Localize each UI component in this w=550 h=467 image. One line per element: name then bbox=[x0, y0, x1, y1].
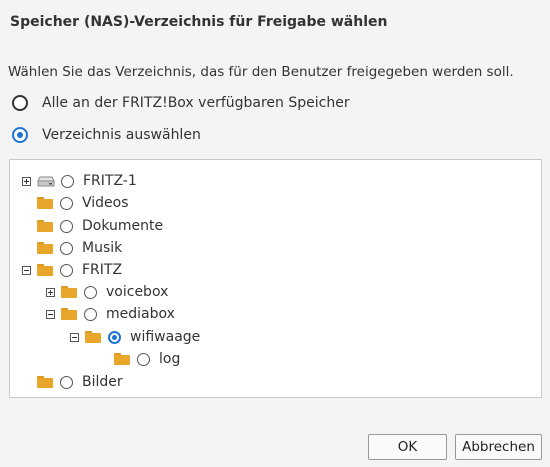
ok-button[interactable]: OK bbox=[368, 434, 447, 460]
collapse-icon[interactable] bbox=[22, 265, 31, 275]
folder-icon bbox=[61, 286, 77, 298]
folder-icon bbox=[37, 220, 53, 232]
tree-node-label: FRITZ-1 bbox=[83, 173, 137, 189]
tree-node-dokumente[interactable]: Dokumente bbox=[22, 216, 163, 236]
folder-icon bbox=[114, 353, 130, 365]
expand-icon[interactable] bbox=[46, 287, 55, 297]
tree-node-label: log bbox=[159, 351, 181, 367]
drive-icon bbox=[37, 176, 55, 187]
tree-radio[interactable] bbox=[61, 174, 74, 188]
dialog-description: Wählen Sie das Verzeichnis, das für den … bbox=[8, 64, 514, 80]
tree-node-label: Dokumente bbox=[82, 218, 164, 234]
option-choose-directory-label: Verzeichnis auswählen bbox=[42, 127, 201, 143]
tree-node-musik[interactable]: Musik bbox=[22, 238, 122, 258]
tree-node-fritz[interactable]: FRITZ bbox=[22, 260, 122, 280]
tree-radio[interactable] bbox=[60, 263, 73, 277]
tree-node-bilder[interactable]: Bilder bbox=[22, 372, 123, 392]
tree-radio[interactable] bbox=[84, 285, 97, 299]
tree-node-videos[interactable]: Videos bbox=[22, 193, 129, 213]
folder-icon bbox=[37, 376, 53, 388]
directory-tree: FRITZ-1 Videos Dokumente Musik FRITZ voi… bbox=[9, 159, 542, 398]
dialog-title: Speicher (NAS)-Verzeichnis für Freigabe … bbox=[10, 14, 388, 30]
tree-node-label: Bilder bbox=[82, 374, 123, 390]
tree-radio-selected[interactable] bbox=[108, 330, 121, 344]
collapse-icon[interactable] bbox=[46, 309, 55, 319]
collapse-icon[interactable] bbox=[70, 332, 79, 342]
tree-node-voicebox[interactable]: voicebox bbox=[46, 282, 168, 302]
tree-radio[interactable] bbox=[60, 196, 73, 210]
tree-node-mediabox[interactable]: mediabox bbox=[46, 304, 175, 324]
tree-node-wifiwaage[interactable]: wifiwaage bbox=[70, 327, 200, 347]
folder-icon bbox=[37, 264, 53, 276]
folder-icon bbox=[37, 197, 53, 209]
tree-node-label: Musik bbox=[82, 240, 123, 256]
radio-choose-directory[interactable] bbox=[12, 127, 28, 143]
folder-icon bbox=[61, 308, 77, 320]
cancel-button[interactable]: Abbrechen bbox=[455, 434, 542, 460]
tree-radio[interactable] bbox=[137, 352, 150, 366]
tree-radio[interactable] bbox=[60, 219, 73, 233]
option-all-storage[interactable]: Alle an der FRITZ!Box verfügbaren Speich… bbox=[12, 93, 350, 113]
expand-icon[interactable] bbox=[22, 176, 31, 186]
tree-radio[interactable] bbox=[60, 241, 73, 255]
tree-radio[interactable] bbox=[84, 307, 97, 321]
tree-node-label: Videos bbox=[82, 195, 129, 211]
tree-radio[interactable] bbox=[60, 375, 73, 389]
radio-all-storage[interactable] bbox=[12, 95, 28, 111]
tree-node-label: wifiwaage bbox=[130, 329, 201, 345]
option-all-storage-label: Alle an der FRITZ!Box verfügbaren Speich… bbox=[42, 95, 350, 111]
tree-node-label: mediabox bbox=[106, 306, 175, 322]
tree-node-fritz-1[interactable]: FRITZ-1 bbox=[22, 171, 137, 191]
option-choose-directory[interactable]: Verzeichnis auswählen bbox=[12, 125, 201, 145]
tree-node-label: FRITZ bbox=[82, 262, 123, 278]
tree-node-label: voicebox bbox=[106, 284, 169, 300]
folder-icon bbox=[37, 242, 53, 254]
tree-node-log[interactable]: log bbox=[99, 349, 180, 369]
folder-icon bbox=[85, 331, 101, 343]
